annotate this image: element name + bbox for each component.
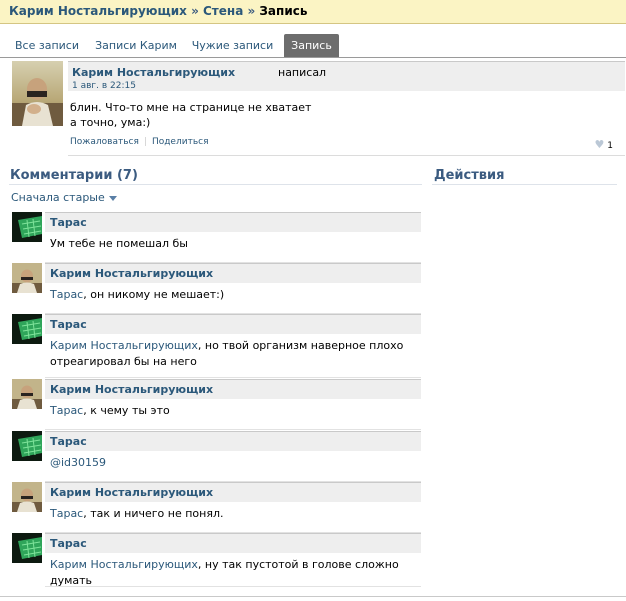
divider (45, 377, 421, 378)
comment-text: Карим Ностальгирующих, ну так пустотой в… (50, 557, 420, 589)
chevron-down-icon (108, 195, 117, 201)
divider (0, 596, 626, 597)
wall-post: Карим Ностальгирующих написал 1 авг. в 2… (12, 61, 625, 156)
comment: Тарас Карим Ностальгирующих, но твой орга… (12, 314, 421, 379)
comment-author-link[interactable]: Тарас (50, 318, 87, 331)
divider (9, 184, 422, 185)
breadcrumb-current: Запись (259, 4, 308, 18)
comment-header: Карим Ностальгирующих (45, 263, 421, 283)
divider: | (143, 137, 147, 147)
comment: Тарас Ум тебе не помешал бы (12, 212, 421, 264)
post-header: Карим Ностальгирующих написал 1 авг. в 2… (68, 61, 625, 91)
comment-body-line2: отреагировал бы на него (50, 355, 197, 368)
divider (45, 586, 421, 587)
breadcrumb-separator: » (186, 4, 203, 18)
comment-header: Тарас (45, 533, 421, 553)
comment: Тарас @id30159 (12, 431, 421, 483)
tab-karim-posts[interactable]: Записи Карим (93, 34, 179, 57)
sort-label: Сначала старые (11, 191, 105, 204)
tab-others-posts[interactable]: Чужие записи (189, 34, 276, 57)
comment-header: Тарас (45, 431, 421, 451)
comments-heading: Комментарии (7) (10, 168, 138, 183)
tab-all-posts[interactable]: Все записи (9, 34, 85, 57)
heart-icon: ♥ (594, 138, 605, 151)
mention-link[interactable]: Карим Ностальгирующих (50, 339, 198, 352)
comment-body: , он никому не мешает:) (83, 288, 225, 301)
comment-author-link[interactable]: Тарас (50, 216, 87, 229)
comment-body: , но твой организм наверное плохо (197, 339, 404, 352)
divider (45, 429, 421, 430)
avatar[interactable] (12, 482, 42, 512)
post-actions: Пожаловаться | Поделиться (70, 137, 208, 147)
post-text-line: блин. Что-то мне на странице не хватает (70, 101, 312, 114)
comment-author-link[interactable]: Тарас (50, 435, 87, 448)
comment-text: Тарас, он никому не мешает:) (50, 287, 420, 303)
tab-bar: Все записи Записи Карим Чужие записи Зап… (0, 34, 626, 58)
divider (68, 155, 625, 156)
like-count: 1 (607, 141, 613, 151)
avatar[interactable] (12, 379, 42, 409)
report-link[interactable]: Пожаловаться (70, 137, 139, 147)
comment-header: Тарас (45, 314, 421, 334)
breadcrumb-profile-link[interactable]: Карим Ностальгирующих (9, 4, 187, 18)
divider (432, 184, 617, 185)
mention-link[interactable]: Тарас (50, 507, 83, 520)
comment-author-link[interactable]: Карим Ностальгирующих (50, 486, 213, 499)
tab-post[interactable]: Запись (284, 34, 339, 57)
comment: Тарас Карим Ностальгирующих, ну так пусто… (12, 533, 421, 588)
post-date[interactable]: 1 авг. в 22:15 (72, 81, 136, 91)
comment-text: Тарас, так и ничего не понял. (50, 506, 420, 522)
post-verb: написал (278, 66, 327, 79)
mention-link[interactable]: Карим Ностальгирующих (50, 558, 198, 571)
comment-text: Тарас, к чему ты это (50, 403, 420, 419)
comment-text: Карим Ностальгирующих, но твой организм … (50, 338, 420, 370)
mention-link[interactable]: @id30159 (50, 456, 106, 469)
comment-body: Ум тебе не помешал бы (50, 237, 188, 250)
comment-header: Тарас (45, 212, 421, 232)
post-author-link[interactable]: Карим Ностальгирующих (72, 66, 235, 79)
sort-dropdown[interactable]: Сначала старые (11, 191, 117, 204)
share-link[interactable]: Поделиться (152, 137, 209, 147)
like-button[interactable]: ♥ 1 (595, 138, 613, 151)
comment-author-link[interactable]: Карим Ностальгирующих (50, 267, 213, 280)
breadcrumb-separator: » (243, 4, 260, 18)
post-text-line: а точно, ума:) (70, 116, 151, 129)
comment-author-link[interactable]: Тарас (50, 537, 87, 550)
breadcrumb-wall-link[interactable]: Стена (203, 4, 243, 18)
comment-body: , к чему ты это (83, 404, 170, 417)
avatar[interactable] (12, 314, 42, 344)
comment-header: Карим Ностальгирующих (45, 379, 421, 399)
comment-header: Карим Ностальгирующих (45, 482, 421, 502)
mention-link[interactable]: Тарас (50, 288, 83, 301)
comment-text: Ум тебе не помешал бы (50, 236, 420, 252)
avatar[interactable] (12, 263, 42, 293)
mention-link[interactable]: Тарас (50, 404, 83, 417)
comment: Карим Ностальгирующих Тарас, так и ничего… (12, 482, 421, 534)
avatar[interactable] (12, 533, 42, 563)
actions-heading: Действия (434, 168, 505, 183)
comment-author-link[interactable]: Карим Ностальгирующих (50, 383, 213, 396)
avatar[interactable] (12, 61, 63, 126)
avatar[interactable] (12, 431, 42, 461)
avatar[interactable] (12, 212, 42, 242)
comment-body: , так и ничего не понял. (83, 507, 224, 520)
breadcrumb: Карим Ностальгирующих » Стена » Запись (0, 0, 626, 24)
comment: Карим Ностальгирующих Тарас, к чему ты эт… (12, 379, 421, 431)
comment-text: @id30159 (50, 455, 420, 471)
post-text: блин. Что-то мне на странице не хватает … (70, 100, 311, 130)
comment: Карим Ностальгирующих Тарас, он никому не… (12, 263, 421, 315)
